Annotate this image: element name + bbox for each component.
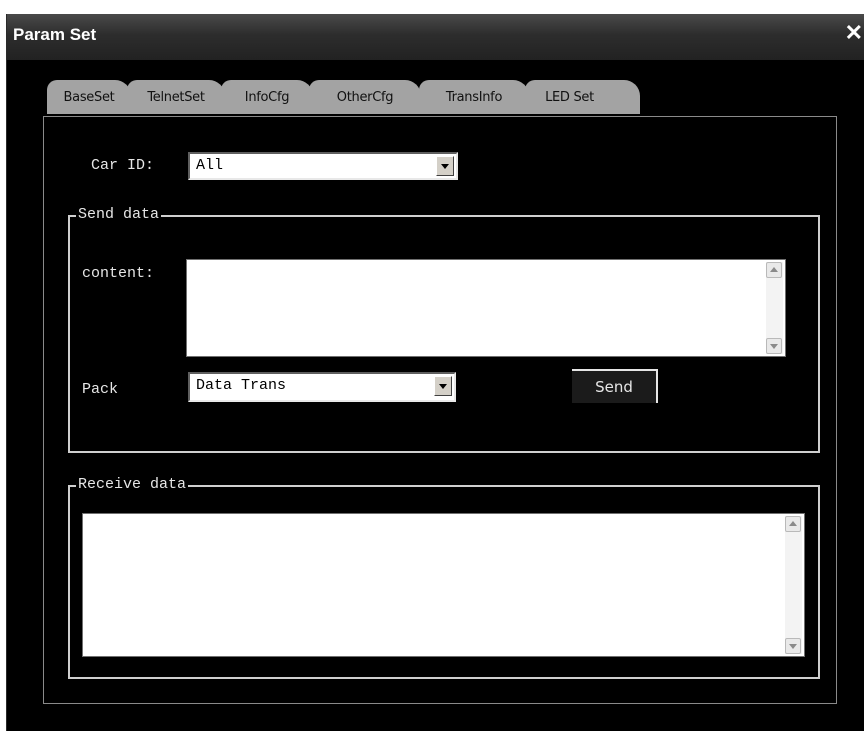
chevron-down-icon[interactable] — [434, 376, 452, 396]
send-button[interactable]: Send — [572, 369, 658, 403]
transinfo-panel: Car ID: All Send data content: Pack Data — [43, 116, 837, 704]
dialog-body: BaseSet TelnetSet InfoCfg OtherCfg Trans… — [7, 60, 864, 731]
tab-label: TelnetSet — [147, 90, 205, 105]
close-icon[interactable]: ✕ — [845, 22, 863, 44]
window-title: Param Set — [13, 25, 97, 44]
tab-othercfg[interactable]: OtherCfg — [309, 80, 421, 114]
receive-content-textarea[interactable] — [82, 513, 805, 657]
chevron-down-icon[interactable] — [436, 156, 454, 176]
scroll-down-icon[interactable] — [785, 638, 801, 654]
tab-label: LED Set — [545, 90, 594, 105]
send-data-legend: Send data — [76, 206, 162, 223]
tab-infocfg[interactable]: InfoCfg — [221, 80, 313, 114]
send-data-group: Send data content: Pack Data Trans Send — [68, 206, 820, 453]
car-id-value: All — [196, 157, 224, 174]
car-id-select[interactable]: All — [188, 152, 458, 180]
title-bar[interactable]: Param Set ✕ — [7, 14, 864, 60]
send-content-textarea[interactable] — [186, 259, 786, 357]
tab-led-set[interactable]: LED Set — [525, 80, 640, 114]
tab-transinfo[interactable]: TransInfo — [419, 80, 529, 114]
scroll-down-icon[interactable] — [766, 338, 782, 354]
pack-label: Pack — [82, 381, 119, 398]
tab-label: TransInfo — [445, 90, 503, 105]
tab-baseset[interactable]: BaseSet — [47, 80, 131, 114]
tab-label: InfoCfg — [244, 90, 290, 105]
scroll-up-icon[interactable] — [766, 262, 782, 278]
tab-label: OtherCfg — [336, 90, 394, 105]
car-id-label: Car ID: — [91, 157, 155, 174]
receive-data-group: Receive data — [68, 476, 820, 679]
receive-data-legend: Receive data — [76, 476, 189, 493]
param-set-window: Param Set ✕ BaseSet TelnetSet InfoCfg Ot… — [6, 14, 864, 731]
send-button-label: Send — [595, 378, 633, 396]
scroll-up-icon[interactable] — [785, 516, 801, 532]
pack-select[interactable]: Data Trans — [188, 372, 456, 402]
send-content-scrollbar[interactable] — [766, 262, 783, 354]
tab-telnetset[interactable]: TelnetSet — [127, 80, 225, 114]
content-label: content: — [82, 265, 155, 282]
tab-label: BaseSet — [63, 90, 115, 105]
pack-value: Data Trans — [196, 377, 287, 394]
receive-content-scrollbar[interactable] — [785, 516, 802, 654]
